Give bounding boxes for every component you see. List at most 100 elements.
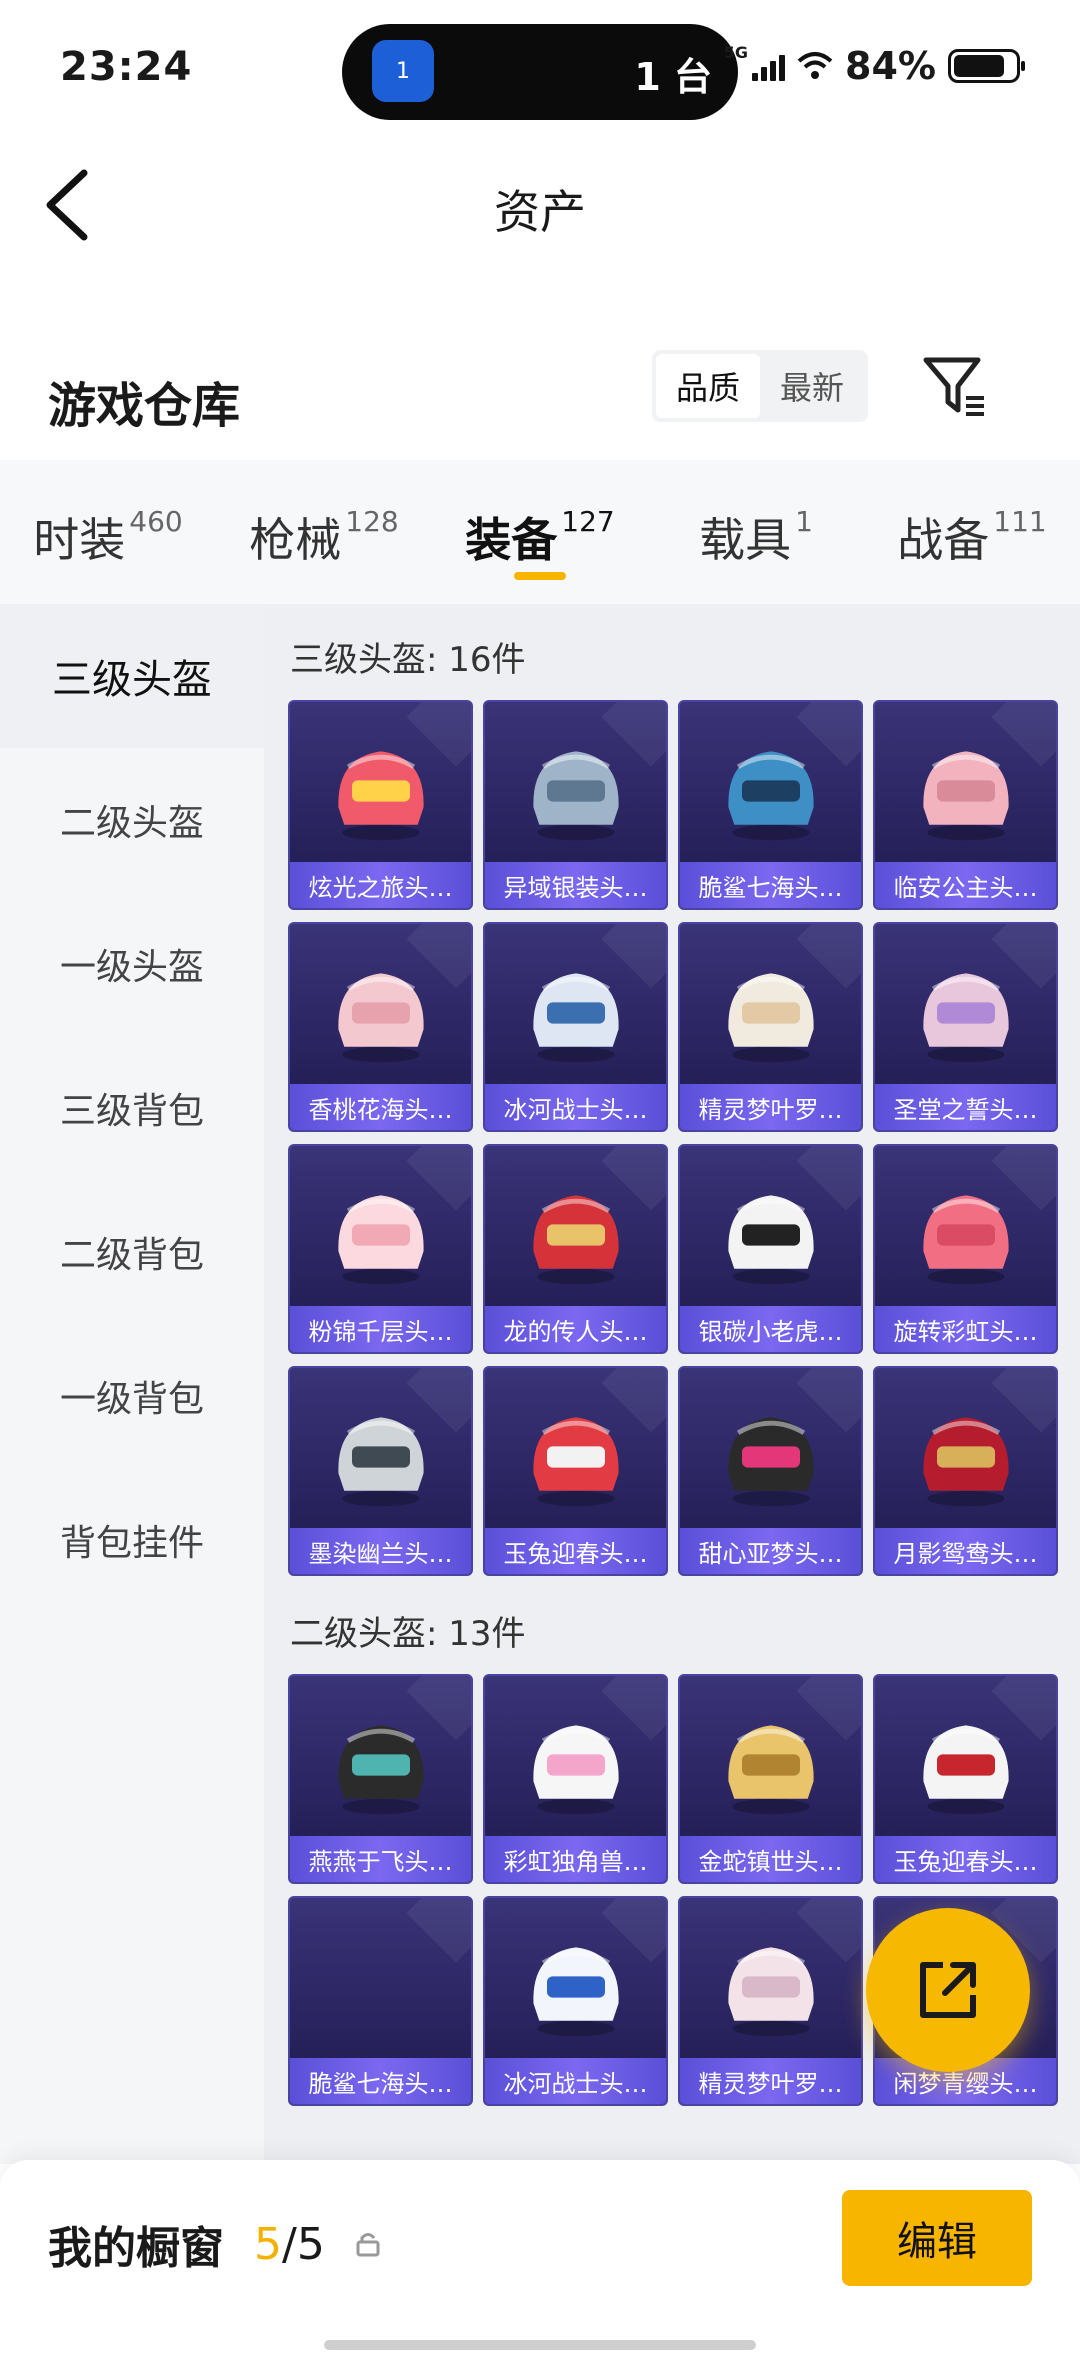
item-card[interactable]: 炫光之旅头…	[288, 700, 473, 910]
item-card[interactable]: 异域银装头…	[483, 700, 668, 910]
helmet-icon	[532, 973, 619, 1063]
item-card[interactable]: 甜心亚梦头…	[678, 1366, 863, 1576]
wifi-icon	[797, 52, 833, 79]
signal-icon	[752, 51, 786, 81]
battery-icon	[948, 49, 1025, 83]
sidebar-item-level1-backpack[interactable]: 一级背包	[0, 1324, 264, 1468]
group-title-level2: 二级头盔: 13件	[290, 1614, 526, 1654]
helmet-icon	[727, 1417, 814, 1507]
helmet-icon	[532, 1195, 619, 1285]
helmet-icon	[727, 751, 814, 841]
item-name: 燕燕于飞头…	[290, 1836, 471, 1882]
tab-equipment[interactable]: 装备 127	[432, 460, 648, 604]
sort-quality[interactable]: 品质	[656, 354, 760, 418]
item-name: 银碳小老虎…	[680, 1306, 861, 1352]
helmet-icon	[532, 1417, 619, 1507]
item-card[interactable]: 彩虹独角兽…	[483, 1674, 668, 1884]
cast-badge: 1	[396, 58, 410, 84]
tab-active-indicator	[514, 572, 566, 580]
item-card[interactable]: 圣堂之誓头…	[873, 922, 1058, 1132]
item-name: 冰河战士头…	[485, 1084, 666, 1130]
helmet-icon	[727, 1725, 814, 1815]
item-card[interactable]: 玉兔迎春头…	[483, 1366, 668, 1576]
share-icon	[920, 1962, 976, 2018]
item-card[interactable]: 粉锦千层头…	[288, 1144, 473, 1354]
tab-weapons[interactable]: 枪械 128	[216, 460, 432, 604]
item-card[interactable]: 香桃花海头…	[288, 922, 473, 1132]
cast-app-icon: 1	[372, 40, 434, 102]
showcase-used: 5	[254, 2218, 282, 2270]
tab-count: 127	[561, 504, 615, 538]
item-card[interactable]: 银碳小老虎…	[678, 1144, 863, 1354]
tab-fashion[interactable]: 时装 460	[0, 460, 216, 604]
page-title: 资产	[494, 185, 586, 239]
item-name: 异域银装头…	[485, 862, 666, 908]
tab-count: 460	[129, 504, 183, 538]
helmet-icon	[337, 751, 424, 841]
tab-supplies[interactable]: 战备 111	[864, 460, 1080, 604]
helmet-icon	[922, 973, 1009, 1063]
item-card[interactable]: 旋转彩虹头…	[873, 1144, 1058, 1354]
item-card[interactable]: 月影鸳鸯头…	[873, 1366, 1058, 1576]
item-card[interactable]: 玉兔迎春头…	[873, 1674, 1058, 1884]
showcase-count: 5/5	[254, 2219, 325, 2270]
home-indicator[interactable]	[324, 2340, 756, 2350]
helmet-icon	[337, 1195, 424, 1285]
item-card[interactable]: 冰河战士头…	[483, 1896, 668, 2106]
helmet-icon	[922, 1195, 1009, 1285]
sidebar-item-backpack-charm[interactable]: 背包挂件	[0, 1468, 264, 1612]
sort-toggle[interactable]: 品质 最新	[652, 350, 868, 422]
item-name: 玉兔迎春头…	[485, 1528, 666, 1574]
sidebar-item-level1-helmet[interactable]: 一级头盔	[0, 892, 264, 1036]
tab-count: 128	[345, 504, 399, 538]
share-button[interactable]	[866, 1908, 1030, 2072]
battery-percent: 84%	[845, 44, 936, 88]
item-name: 冰河战士头…	[485, 2058, 666, 2104]
showcase-label: 我的橱窗	[48, 2223, 224, 2274]
tab-label: 装备	[465, 513, 558, 567]
filter-icon[interactable]	[920, 352, 990, 422]
item-card[interactable]: 龙的传人头…	[483, 1144, 668, 1354]
sidebar-item-level3-helmet[interactable]: 三级头盔	[0, 604, 264, 748]
helmet-icon	[727, 1947, 814, 2037]
item-name: 甜心亚梦头…	[680, 1528, 861, 1574]
edit-button[interactable]: 编辑	[842, 2190, 1032, 2286]
item-name: 彩虹独角兽…	[485, 1836, 666, 1882]
lock-icon	[356, 2233, 380, 2257]
item-name: 旋转彩虹头…	[875, 1306, 1056, 1352]
item-card[interactable]: 金蛇镇世头…	[678, 1674, 863, 1884]
tab-count: 1	[795, 504, 813, 538]
sort-newest[interactable]: 最新	[760, 354, 864, 418]
dynamic-island[interactable]: 1 1 台	[342, 24, 738, 120]
item-name: 炫光之旅头…	[290, 862, 471, 908]
item-name: 精灵梦叶罗…	[680, 2058, 861, 2104]
item-card[interactable]: 精灵梦叶罗…	[678, 922, 863, 1132]
item-name: 圣堂之誓头…	[875, 1084, 1056, 1130]
helmet-icon	[532, 751, 619, 841]
item-name: 香桃花海头…	[290, 1084, 471, 1130]
tab-label: 时装	[33, 513, 126, 567]
helmet-icon	[337, 1725, 424, 1815]
sidebar-item-level3-backpack[interactable]: 三级背包	[0, 1036, 264, 1180]
helmet-icon	[337, 1417, 424, 1507]
tab-vehicles[interactable]: 载具 1	[648, 460, 864, 604]
item-name: 金蛇镇世头…	[680, 1836, 861, 1882]
item-card[interactable]: 燕燕于飞头…	[288, 1674, 473, 1884]
item-card[interactable]: 脆鲨七海头…	[678, 700, 863, 910]
category-tabs: 时装 460 枪械 128 装备 127 载具 1 战备 111	[0, 460, 1080, 604]
item-card[interactable]: 脆鲨七海头…	[288, 1896, 473, 2106]
item-card[interactable]: 精灵梦叶罗…	[678, 1896, 863, 2106]
item-card[interactable]: 冰河战士头…	[483, 922, 668, 1132]
item-name: 月影鸳鸯头…	[875, 1528, 1056, 1574]
grid-level3-helmets: 炫光之旅头… 异域银装头… 脆鲨七海头… 临安公主头… 香桃花海头… 冰河战士头… 精灵梦叶…	[288, 700, 1062, 1576]
item-name: 精灵梦叶罗…	[680, 1084, 861, 1130]
island-device-count: 1 台	[634, 55, 712, 99]
item-card[interactable]: 墨染幽兰头…	[288, 1366, 473, 1576]
network-type: 5G	[723, 42, 749, 62]
sidebar-item-level2-backpack[interactable]: 二级背包	[0, 1180, 264, 1324]
status-indicators: 5G 84%	[723, 42, 1025, 88]
item-name: 墨染幽兰头…	[290, 1528, 471, 1574]
sidebar-item-level2-helmet[interactable]: 二级头盔	[0, 748, 264, 892]
helmet-icon	[727, 1195, 814, 1285]
item-card[interactable]: 临安公主头…	[873, 700, 1058, 910]
